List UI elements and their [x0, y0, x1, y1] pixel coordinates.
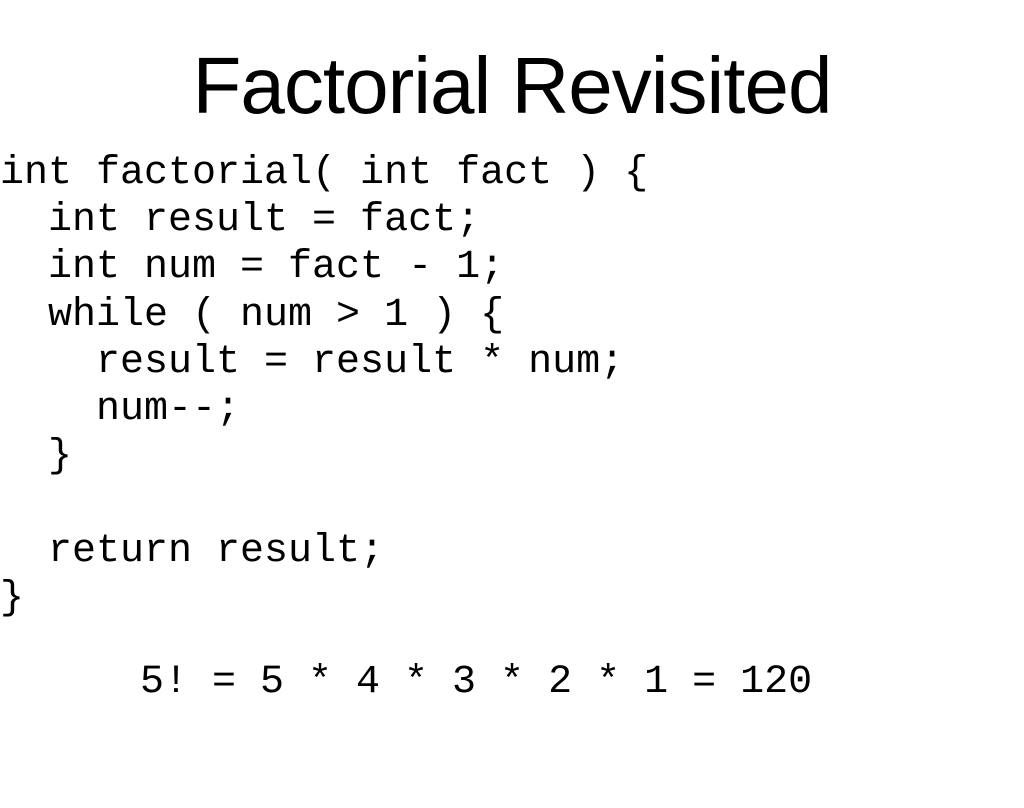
- equation-line: 5! = 5 * 4 * 3 * 2 * 1 = 120: [140, 660, 1024, 705]
- slide-title: Factorial Revisited: [0, 40, 1024, 132]
- code-block: int factorial( int fact ) { int result =…: [0, 150, 1024, 622]
